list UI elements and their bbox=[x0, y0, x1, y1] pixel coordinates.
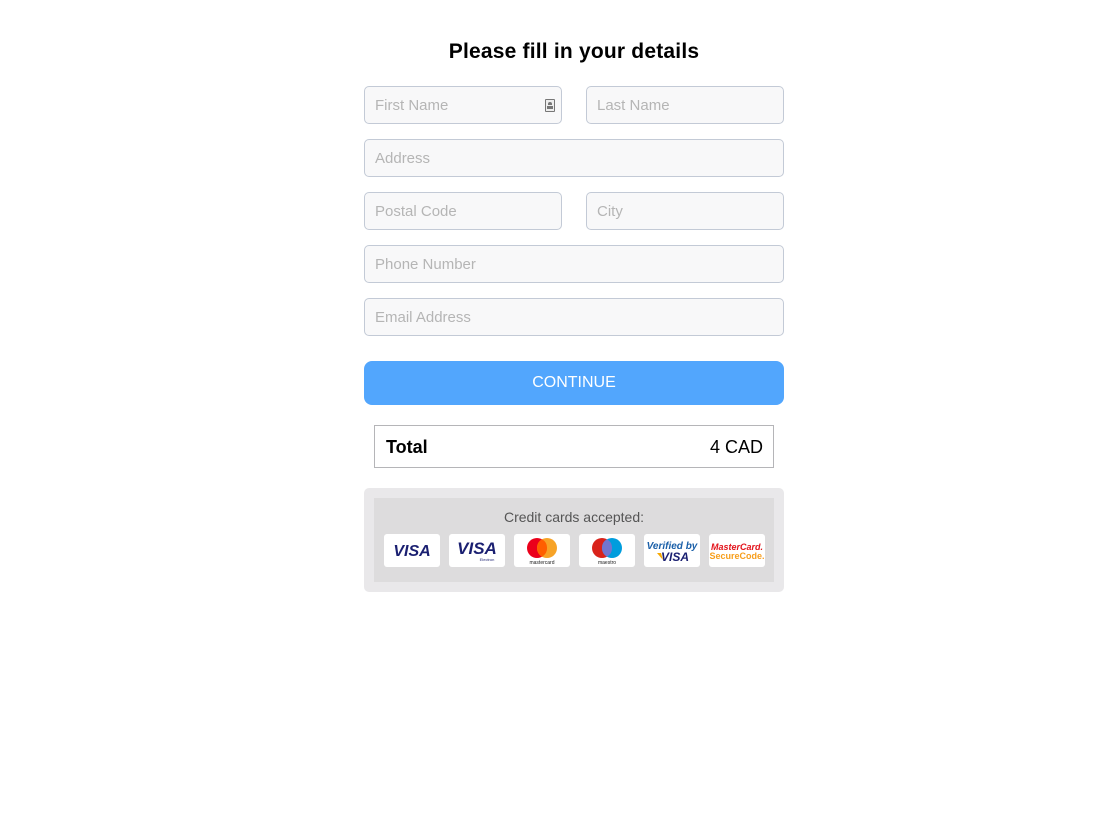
total-label: Total bbox=[386, 437, 428, 457]
visa-electron-subtext: Electron bbox=[480, 557, 495, 562]
city-input[interactable] bbox=[587, 193, 783, 229]
phone-input[interactable] bbox=[365, 246, 783, 282]
contact-card-icon[interactable] bbox=[545, 99, 555, 112]
continue-button[interactable]: CONTINUE bbox=[364, 361, 784, 405]
address-input[interactable] bbox=[365, 140, 783, 176]
accepted-cards-title: Credit cards accepted: bbox=[503, 509, 645, 525]
mastercard-logo-icon: mastercard bbox=[514, 534, 570, 567]
postal-code-input[interactable] bbox=[365, 193, 561, 229]
last-name-input[interactable] bbox=[587, 87, 783, 123]
last-name-field[interactable] bbox=[586, 86, 784, 124]
visa-logo-text: VISA bbox=[393, 543, 430, 560]
city-field[interactable] bbox=[586, 192, 784, 230]
visa-logo-icon: VISA bbox=[384, 534, 440, 567]
email-input[interactable] bbox=[365, 299, 783, 335]
mastercard-logo-text: mastercard bbox=[529, 560, 554, 566]
first-name-field[interactable] bbox=[364, 86, 562, 124]
address-field[interactable] bbox=[364, 139, 784, 177]
email-field[interactable] bbox=[364, 298, 784, 336]
first-name-input[interactable] bbox=[365, 87, 561, 123]
maestro-logo-icon: maestro bbox=[579, 534, 635, 567]
order-total: Total 4 CAD bbox=[374, 425, 774, 468]
verified-visa-text: VISA bbox=[661, 550, 689, 564]
phone-field[interactable] bbox=[364, 245, 784, 283]
mc-securecode-subtext: SecureCode. bbox=[709, 551, 764, 561]
accepted-cards-box: Credit cards accepted: VISA VISA Electro… bbox=[374, 498, 774, 582]
postal-code-field[interactable] bbox=[364, 192, 562, 230]
total-value: 4 CAD bbox=[709, 437, 763, 457]
mastercard-securecode-logo-icon: MasterCard. SecureCode. bbox=[709, 534, 765, 567]
maestro-logo-text: maestro bbox=[598, 560, 616, 566]
visa-electron-logo-icon: VISA Electron bbox=[449, 534, 505, 567]
accepted-cards-panel: Credit cards accepted: VISA VISA Electro… bbox=[364, 488, 784, 592]
visa-electron-logo-text: VISA bbox=[457, 539, 497, 558]
verified-by-visa-logo-icon: Verified by VISA bbox=[644, 534, 700, 567]
page-title: Please fill in your details bbox=[448, 40, 700, 63]
